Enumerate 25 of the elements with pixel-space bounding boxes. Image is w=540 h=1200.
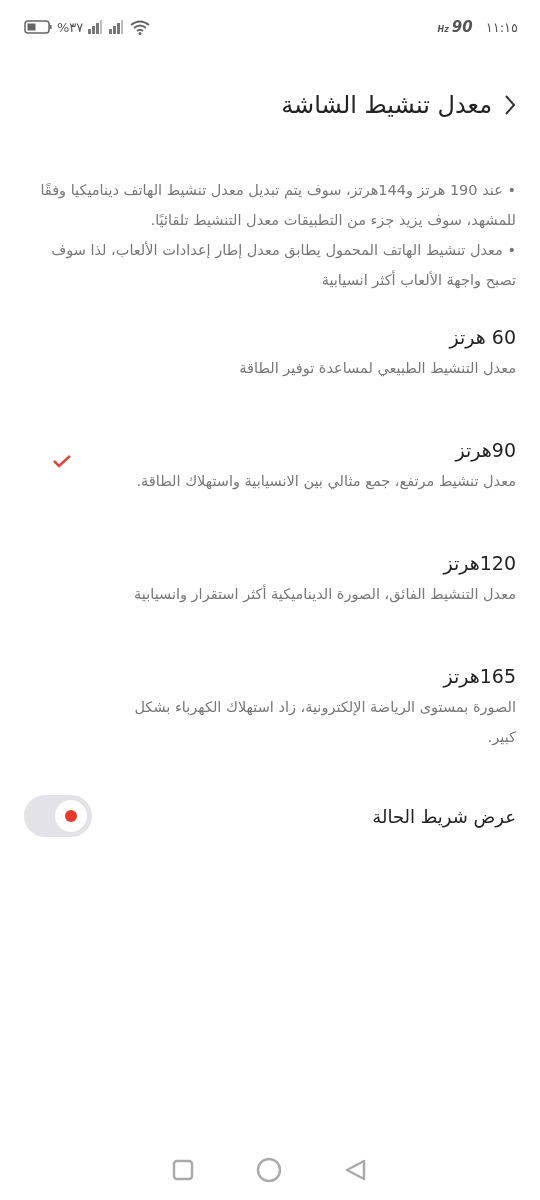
refresh-rate: 90 (451, 18, 473, 36)
back-icon[interactable] (504, 94, 516, 116)
recents-icon[interactable] (172, 1159, 194, 1181)
option-title[interactable]: 60 هرتز (72, 321, 516, 353)
refresh-unit: Hz (437, 25, 449, 34)
signal-icon (109, 20, 126, 34)
option-description: معدل تنشيط مرتفع، جمع مثالي بين الانسيابية واستهلاك الطاقة. (135, 472, 516, 492)
option-title[interactable]: 120هرتز (72, 547, 516, 579)
wifi-icon (130, 19, 151, 35)
page-title: معدل تنشيط الشاشة (281, 91, 492, 119)
option-description: معدل التنشيط الفائق، الصورة الديناميكية أكثر استقرار وانسيابية (133, 583, 516, 605)
description-text: • عند 190 هرتز و144هرتز، سوف يتم تبديل معدل تنشيط الهاتف ديناميكيا وفقًا للمشهد، سوف يزيد جزء من التطبيقات معدل التنشيط تلقائيًا. (39, 181, 516, 231)
home-icon[interactable] (256, 1157, 282, 1183)
option-title[interactable]: 90هرتز (72, 434, 516, 466)
description-text: • معدل تنشيط الهاتف المحمول يطابق معدل إطار إعدادات الألعاب، لذا سوف تصبح واجهة الألعاب أكثر انسيابية (50, 240, 516, 291)
toggle-label: عرض شريط الحالة (372, 805, 516, 827)
battery-icon (24, 20, 52, 34)
option-description: معدل التنشيط الطبيعي لمساعدة توفير الطاقة (238, 359, 516, 379)
battery-percent: %٣٧ (57, 19, 84, 35)
back-nav-icon[interactable] (344, 1158, 368, 1182)
toggle-switch[interactable] (24, 795, 92, 837)
option-description: الصورة بمستوى الرياضة الإلكترونية، زاد استهلاك الكهرباء بشكل كبير. (133, 698, 516, 748)
signal-icon (88, 20, 105, 34)
status-time: ١١:١٥ (485, 20, 518, 35)
option-title[interactable]: 165هرتز (72, 660, 516, 692)
